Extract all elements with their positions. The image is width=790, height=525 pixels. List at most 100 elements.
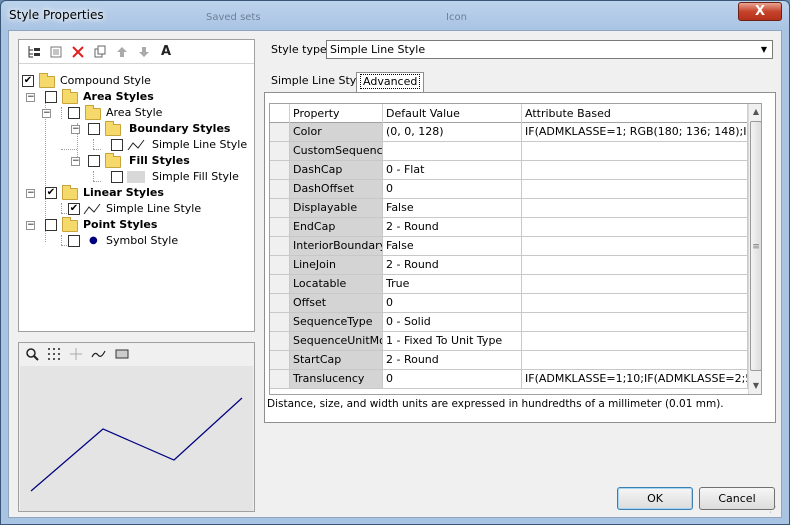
- table-row[interactable]: LineJoin 2 - Round: [270, 256, 761, 275]
- attribute-based-cell[interactable]: [522, 142, 748, 161]
- table-row[interactable]: SequenceType 0 - Solid: [270, 313, 761, 332]
- row-selector[interactable]: [270, 123, 290, 142]
- node-checkbox[interactable]: [111, 139, 123, 151]
- row-selector[interactable]: [270, 332, 290, 351]
- tab-advanced[interactable]: Advanced: [356, 72, 425, 92]
- default-value-cell[interactable]: False: [383, 199, 522, 218]
- move-down-icon[interactable]: [137, 45, 151, 59]
- table-row[interactable]: DashOffset 0: [270, 180, 761, 199]
- row-selector[interactable]: [270, 256, 290, 275]
- font-icon[interactable]: A: [159, 45, 173, 59]
- tree-node-symbol-style[interactable]: ● Symbol Style: [19, 233, 254, 249]
- scroll-up-icon[interactable]: ▲: [749, 104, 761, 120]
- tree-node-fill-styles[interactable]: − Fill Styles: [19, 153, 254, 169]
- node-checkbox[interactable]: [88, 155, 100, 167]
- table-row[interactable]: CustomSequence: [270, 142, 761, 161]
- style-type-dropdown[interactable]: Simple Line Style ▼: [326, 40, 773, 59]
- scrollbar-thumb[interactable]: ≡: [750, 121, 761, 371]
- row-selector[interactable]: [270, 313, 290, 332]
- move-up-icon[interactable]: [115, 45, 129, 59]
- column-header-default-value[interactable]: Default Value: [383, 104, 522, 123]
- row-selector[interactable]: [270, 275, 290, 294]
- delete-icon[interactable]: [71, 45, 85, 59]
- attribute-based-cell[interactable]: [522, 218, 748, 237]
- default-value-cell[interactable]: [383, 142, 522, 161]
- row-selector[interactable]: [270, 180, 290, 199]
- chevron-down-icon[interactable]: ▼: [756, 41, 772, 58]
- collapse-toggle[interactable]: −: [26, 93, 35, 102]
- attribute-based-cell[interactable]: [522, 294, 748, 313]
- attribute-based-cell[interactable]: [522, 313, 748, 332]
- default-value-cell[interactable]: (0, 0, 128): [383, 123, 522, 142]
- tree-expand-icon[interactable]: [27, 45, 41, 59]
- table-row[interactable]: Locatable True: [270, 275, 761, 294]
- attribute-based-cell[interactable]: [522, 199, 748, 218]
- tree-node-compound-style[interactable]: ✔ Compound Style: [19, 73, 254, 89]
- attribute-based-cell[interactable]: [522, 237, 748, 256]
- attribute-based-cell[interactable]: [522, 351, 748, 370]
- row-selector[interactable]: [270, 218, 290, 237]
- tree-node-area-styles[interactable]: − Area Styles: [19, 89, 254, 105]
- title-bar[interactable]: Style Properties Saved sets Icon X: [1, 1, 789, 29]
- attribute-based-cell[interactable]: [522, 332, 748, 351]
- row-selector[interactable]: [270, 370, 290, 389]
- tree-node-area-style[interactable]: − Area Style: [19, 105, 254, 121]
- node-checkbox[interactable]: [45, 219, 57, 231]
- default-value-cell[interactable]: 2 - Round: [383, 218, 522, 237]
- attribute-based-cell[interactable]: IF(ADMKLASSE=1;10;IF(ADMKLASSE=2;50;IF: [522, 370, 748, 389]
- copy-icon[interactable]: [93, 45, 107, 59]
- attribute-based-cell[interactable]: [522, 256, 748, 275]
- table-row[interactable]: StartCap 2 - Round: [270, 351, 761, 370]
- column-header-property[interactable]: Property: [290, 104, 383, 123]
- attribute-based-cell[interactable]: [522, 180, 748, 199]
- close-button[interactable]: X: [738, 2, 782, 21]
- table-row[interactable]: Translucency 0 IF(ADMKLASSE=1;10;IF(ADMK…: [270, 370, 761, 389]
- row-selector[interactable]: [270, 161, 290, 180]
- line-sample-icon[interactable]: [91, 347, 106, 361]
- resize-grip-icon[interactable]: ⋰: [769, 505, 779, 515]
- list-icon[interactable]: [49, 45, 63, 59]
- rectangle-icon[interactable]: [115, 347, 129, 361]
- attribute-based-cell[interactable]: [522, 275, 748, 294]
- row-selector[interactable]: [270, 351, 290, 370]
- default-value-cell[interactable]: 0: [383, 180, 522, 199]
- default-value-cell[interactable]: 2 - Round: [383, 256, 522, 275]
- table-row[interactable]: Color (0, 0, 128) IF(ADMKLASSE=1; RGB(18…: [270, 123, 761, 142]
- row-selector[interactable]: [270, 237, 290, 256]
- node-checkbox[interactable]: [88, 123, 100, 135]
- tree-node-linear-styles[interactable]: − ✔ Linear Styles: [19, 185, 254, 201]
- tab-simple-line-style[interactable]: Simple Line Style: [267, 72, 370, 92]
- cancel-button[interactable]: Cancel: [699, 487, 775, 510]
- scroll-down-icon[interactable]: ▼: [749, 378, 761, 394]
- tree-node-boundary-styles[interactable]: − Boundary Styles: [19, 121, 254, 137]
- row-selector[interactable]: [270, 294, 290, 313]
- default-value-cell[interactable]: 0 - Solid: [383, 313, 522, 332]
- default-value-cell[interactable]: False: [383, 237, 522, 256]
- node-checkbox[interactable]: [68, 235, 80, 247]
- default-value-cell[interactable]: 2 - Round: [383, 351, 522, 370]
- tree-node-boundary-simple-line-style[interactable]: Simple Line Style: [19, 137, 254, 153]
- table-row[interactable]: EndCap 2 - Round: [270, 218, 761, 237]
- collapse-toggle[interactable]: −: [71, 157, 80, 166]
- default-value-cell[interactable]: 0: [383, 370, 522, 389]
- collapse-toggle[interactable]: −: [26, 189, 35, 198]
- default-value-cell[interactable]: 0: [383, 294, 522, 313]
- attribute-based-cell[interactable]: [522, 161, 748, 180]
- node-checkbox[interactable]: [111, 171, 123, 183]
- collapse-toggle[interactable]: −: [42, 109, 51, 118]
- collapse-toggle[interactable]: −: [71, 125, 80, 134]
- default-value-cell[interactable]: 0 - Flat: [383, 161, 522, 180]
- table-row[interactable]: Displayable False: [270, 199, 761, 218]
- attribute-based-cell[interactable]: IF(ADMKLASSE=1; RGB(180; 136; 148);IF(AD: [522, 123, 748, 142]
- table-row[interactable]: SequenceUnitMoc 1 - Fixed To Unit Type: [270, 332, 761, 351]
- collapse-toggle[interactable]: −: [26, 221, 35, 230]
- table-row[interactable]: DashCap 0 - Flat: [270, 161, 761, 180]
- ok-button[interactable]: OK: [617, 487, 693, 510]
- tree-node-linear-simple-line-style[interactable]: ✔ Simple Line Style: [19, 201, 254, 217]
- node-checkbox[interactable]: ✔: [22, 75, 34, 87]
- node-checkbox[interactable]: ✔: [45, 187, 57, 199]
- node-checkbox[interactable]: ✔: [68, 203, 80, 215]
- node-checkbox[interactable]: [45, 91, 57, 103]
- tree-node-point-styles[interactable]: − Point Styles: [19, 217, 254, 233]
- row-selector[interactable]: [270, 142, 290, 161]
